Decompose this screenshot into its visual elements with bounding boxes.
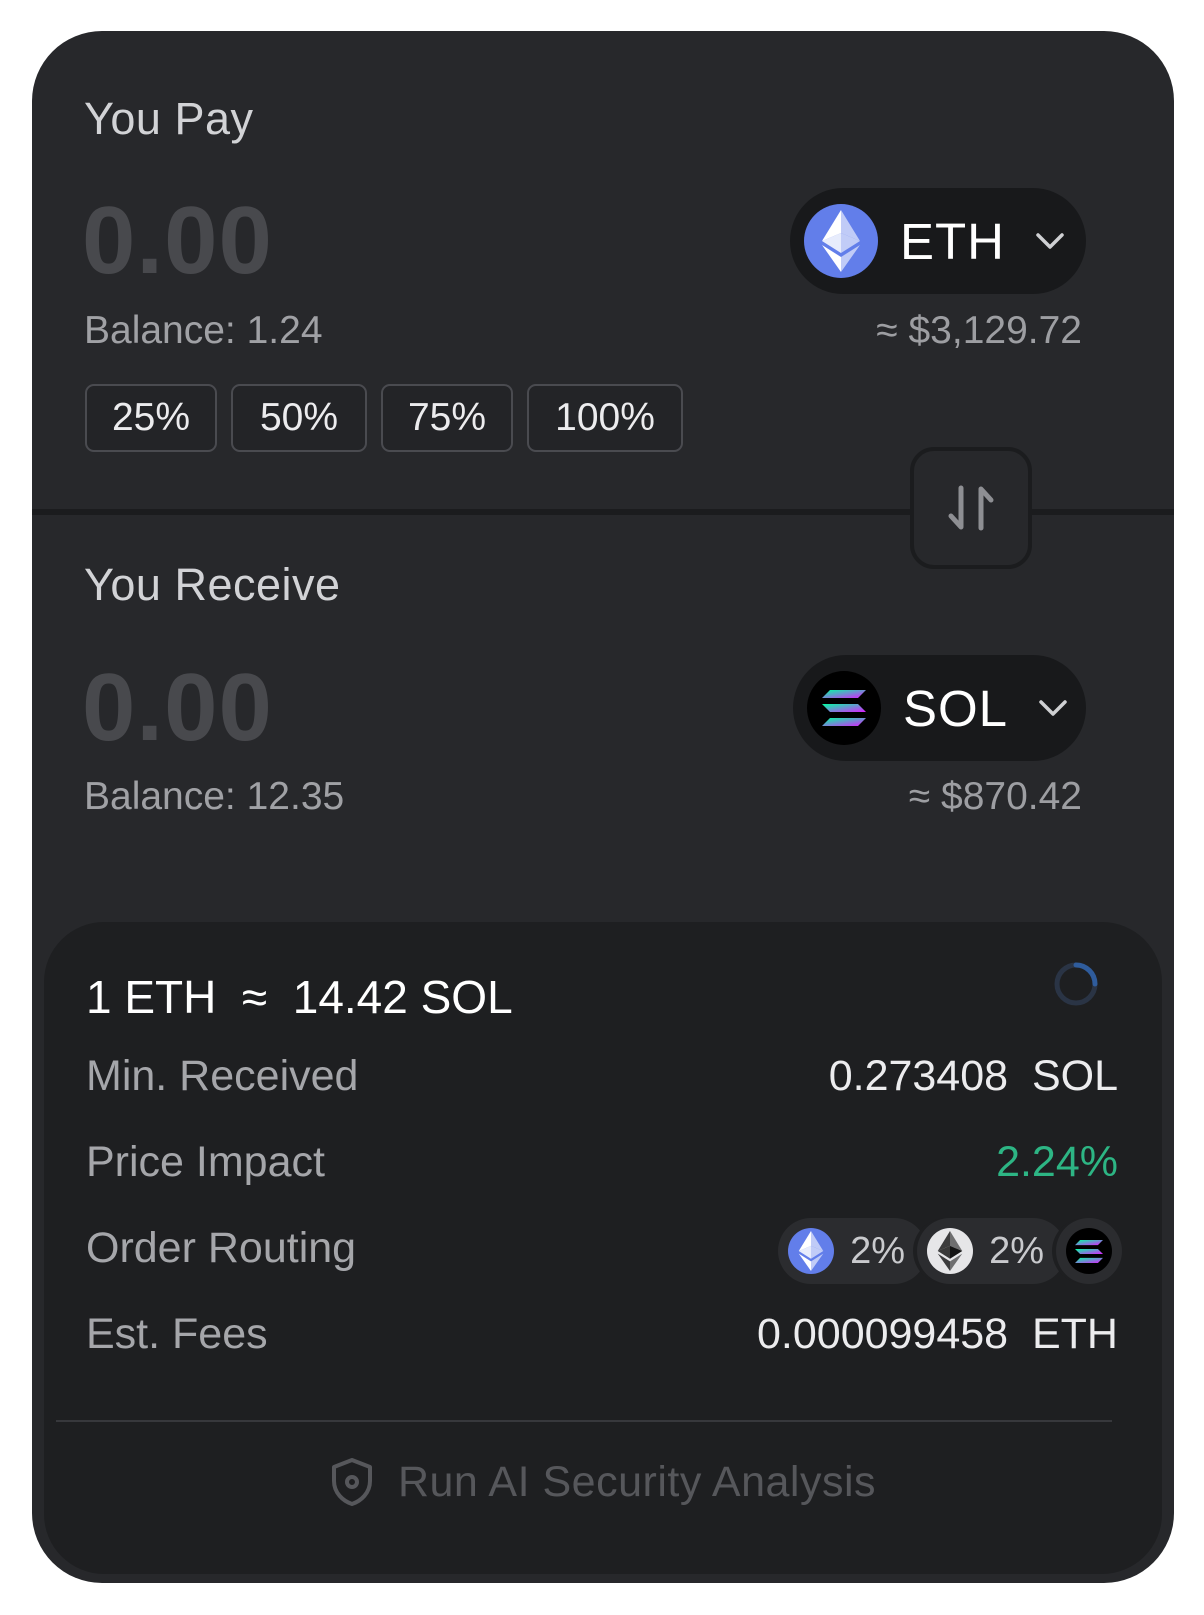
chevron-down-icon [1038, 699, 1068, 717]
pay-amount-input[interactable]: 0.00 [82, 186, 273, 296]
est-fees-value: 0.000099458 ETH [757, 1310, 1118, 1358]
ethereum-icon [788, 1228, 835, 1274]
receive-token-selector[interactable]: SOL [793, 655, 1086, 761]
order-routing-label: Order Routing [86, 1224, 357, 1272]
solana-icon [807, 671, 881, 745]
percent-100-button[interactable]: 100% [527, 384, 683, 452]
receive-amount: 0.00 [82, 654, 273, 761]
swap-card: You Pay 0.00 ETH Balance: 1.24 ≈ $3,129.… [32, 31, 1174, 1583]
swap-direction-button[interactable] [910, 447, 1032, 569]
percent-75-button[interactable]: 75% [381, 384, 513, 452]
solana-icon [1066, 1228, 1112, 1274]
receive-label: You Receive [84, 559, 341, 610]
pay-token-symbol: ETH [900, 212, 1005, 270]
ethereum-icon [804, 204, 878, 278]
quote-details-panel: 1 ETH ≈ 14.42 SOL Min. Received 0.273408… [44, 922, 1162, 1574]
security-button-label: Run AI Security Analysis [397, 1457, 877, 1506]
route-hop-percent: 2% [989, 1229, 1044, 1272]
pay-usd-value: ≈ $3,129.72 [876, 309, 1082, 352]
est-fees-label: Est. Fees [86, 1310, 268, 1358]
route-hop: 2% [917, 1218, 1066, 1284]
percent-25-button[interactable]: 25% [85, 384, 217, 452]
pay-label: You Pay [84, 93, 254, 144]
route-hop-final [1056, 1218, 1122, 1284]
percent-buttons: 25% 50% 75% 100% [85, 384, 683, 452]
exchange-rate: 1 ETH ≈ 14.42 SOL [86, 971, 513, 1023]
order-routing-path[interactable]: 2% 2% [778, 1218, 1122, 1284]
pay-balance: Balance: 1.24 [84, 309, 323, 352]
price-impact-label: Price Impact [86, 1138, 325, 1186]
shield-icon [330, 1457, 374, 1507]
swap-arrows-icon [946, 482, 996, 534]
receive-usd-value: ≈ $870.42 [908, 775, 1082, 818]
receive-balance: Balance: 12.35 [84, 775, 345, 818]
details-divider [56, 1420, 1112, 1422]
receive-token-symbol: SOL [903, 679, 1009, 737]
refresh-spinner-icon[interactable] [1052, 960, 1100, 1013]
price-impact-value: 2.24% [996, 1138, 1118, 1186]
route-hop: 2% [778, 1218, 928, 1284]
run-security-analysis-button[interactable]: Run AI Security Analysis [44, 1442, 1162, 1522]
min-received-value: 0.273408 SOL [828, 1052, 1118, 1100]
ethereum-gray-icon [927, 1228, 974, 1274]
route-hop-percent: 2% [850, 1229, 906, 1272]
chevron-down-icon [1035, 232, 1065, 250]
pay-token-selector[interactable]: ETH [790, 188, 1086, 294]
percent-50-button[interactable]: 50% [231, 384, 367, 452]
min-received-label: Min. Received [86, 1052, 359, 1100]
